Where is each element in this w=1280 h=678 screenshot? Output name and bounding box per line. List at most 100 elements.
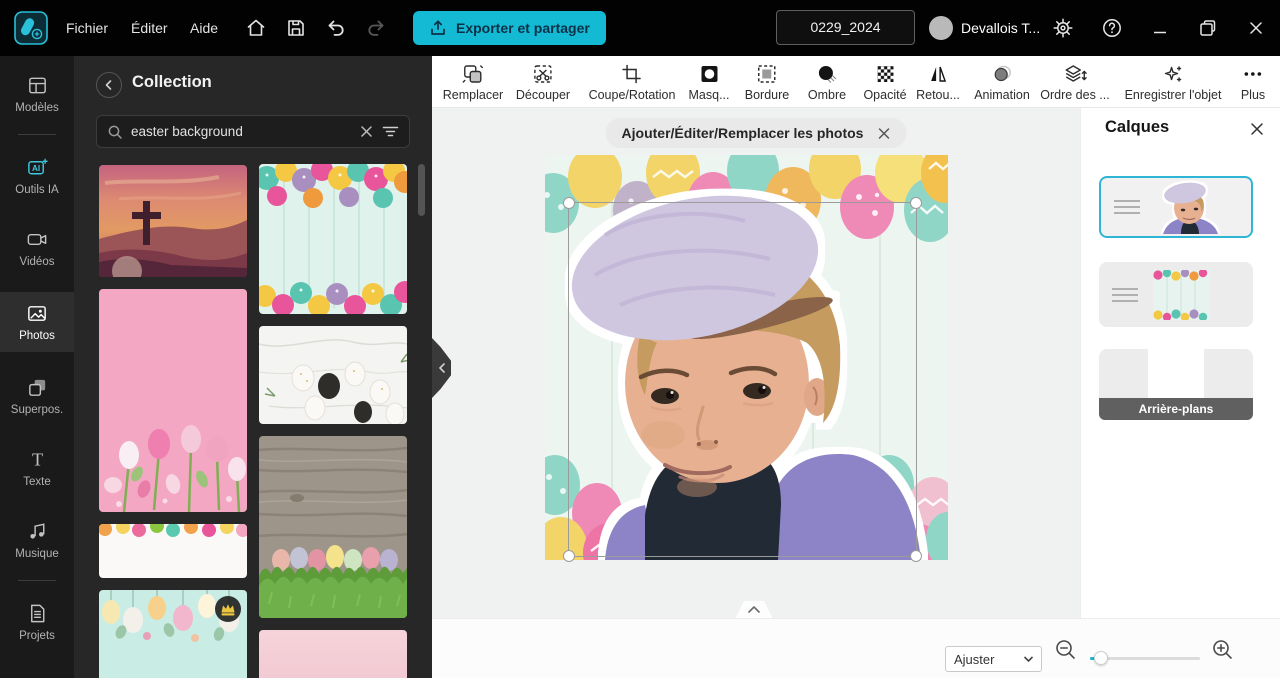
sidebar-label: Texte [23,476,51,488]
panel-scrollbar[interactable] [418,164,425,216]
sidebar-item-overlay[interactable]: Superpos. [0,366,74,426]
undo-icon[interactable] [325,17,347,39]
toolbar-label: Découper [515,88,571,102]
sidebar-item-music[interactable]: Musique [0,510,74,570]
svg-text:AI: AI [32,164,40,173]
easter-eggs-border-image [259,164,407,314]
zoom-in-icon[interactable] [1211,638,1234,661]
help-icon[interactable] [1101,17,1123,39]
drag-handle-icon[interactable] [1111,284,1139,306]
stock-photo-thumbnail[interactable] [259,630,407,678]
save-icon[interactable] [285,17,307,39]
music-icon [29,523,44,539]
toolbar-flip-button[interactable]: Retou... [916,63,960,102]
layers-close-icon[interactable] [1249,121,1265,137]
toolbar-shadow-button[interactable]: Ombre [808,63,846,102]
toolbar-label: Remplacer [442,88,504,102]
stock-photo-thumbnail[interactable] [99,289,247,512]
layer-item-frame[interactable] [1099,262,1253,327]
toolbar-cutout-button[interactable]: Découper [516,63,570,102]
main-sidebar: Modèles AI Outils IA Vidéos Photos Super… [0,56,74,678]
back-button[interactable] [96,72,122,98]
toolbar-replace-button[interactable]: Remplacer [443,63,503,102]
sidebar-item-projects[interactable]: Projets [0,592,74,652]
canvas-area[interactable]: Ajouter/Éditer/Remplacer les photos [432,108,1080,618]
shadow-icon [818,66,837,83]
crop-rotate-icon [622,64,642,84]
overlay-icon [28,379,45,396]
selection-handle-top-left[interactable] [563,197,575,209]
close-icon[interactable] [1246,18,1266,38]
stock-photo-thumbnail[interactable] [99,165,247,277]
toolbar-opacity-button[interactable]: Opacité [863,63,907,102]
menu-help[interactable]: Aide [190,0,218,56]
layer-thumbnail-frame [1153,269,1210,320]
clear-search-icon[interactable] [359,124,374,139]
title-bar: Fichier Éditer Aide Exporter et partager… [0,0,1280,56]
search-input[interactable]: easter background [131,124,351,139]
toolbar-save-object-button[interactable]: Enregistrer l'objet [1125,63,1221,102]
minimize-icon[interactable] [1150,18,1170,38]
drag-handle-icon[interactable] [1113,196,1141,218]
toolbar-crop-rotate-button[interactable]: Coupe/Rotation [589,63,675,102]
filter-icon[interactable] [382,124,399,139]
app-logo[interactable] [14,11,48,45]
toolbar-mask-button[interactable]: Masq... [689,63,730,102]
chevron-up-icon [748,606,760,613]
pink-gradient-image [259,630,407,678]
marble-eggs-image [259,326,407,424]
selection-box[interactable] [563,197,922,562]
redo-icon[interactable] [365,17,387,39]
more-icon [1244,72,1262,76]
stock-photo-thumbnail[interactable] [259,164,407,314]
videos-icon [27,233,47,246]
sidebar-item-videos[interactable]: Vidéos [0,218,74,278]
layer-order-icon [1065,65,1087,82]
layer-thumbnail-background [1148,349,1204,398]
toolbar-layer-order-button[interactable]: Ordre des ... [1040,63,1110,102]
settings-gear-icon[interactable] [1053,18,1073,38]
stock-photo-thumbnail[interactable] [259,436,407,618]
opacity-icon [877,66,893,82]
cutout-icon [534,65,552,83]
toolbar-label: Retou... [916,88,960,102]
collapse-timeline-tab[interactable] [735,601,773,618]
premium-crown-badge [215,596,241,622]
menu-file[interactable]: Fichier [66,0,108,56]
sidebar-item-templates[interactable]: Modèles [0,64,74,124]
stock-photo-thumbnail[interactable] [99,524,247,578]
floral-banner-image [99,524,247,578]
menu-edit[interactable]: Éditer [131,0,168,56]
animation-icon [994,65,1011,82]
project-title-input[interactable]: 0229_2024 [776,10,915,45]
selection-handle-top-right[interactable] [910,197,922,209]
selection-handle-bottom-left[interactable] [563,550,575,562]
background-layer-label: Arrière-plans [1099,398,1253,420]
selection-handle-bottom-right[interactable] [910,550,922,562]
zoom-fit-select[interactable]: Ajuster [945,646,1042,672]
zoom-out-icon[interactable] [1054,638,1077,661]
sidebar-item-ai-tools[interactable]: AI Outils IA [0,146,74,206]
chevron-left-icon [438,363,445,373]
toolbar-border-button[interactable]: Bordure [745,63,789,102]
layer-item-background[interactable]: Arrière-plans [1099,349,1253,420]
toolbar-more-button[interactable]: Plus [1241,63,1265,102]
home-icon[interactable] [245,17,267,39]
user-name[interactable]: Devallois T... [961,0,1040,56]
templates-icon [28,77,46,94]
sidebar-item-photos[interactable]: Photos [0,292,74,352]
stock-photo-thumbnail-premium[interactable]: gettyimages [99,590,247,678]
flip-icon [931,66,946,82]
user-avatar[interactable] [929,16,953,40]
zoom-slider-handle[interactable] [1094,651,1108,665]
stock-photo-thumbnail[interactable] [259,326,407,424]
banner-close-icon[interactable] [877,127,890,140]
collapse-panel-tab[interactable] [432,338,451,398]
sidebar-label: Projets [19,630,55,642]
toolbar-animation-button[interactable]: Animation [974,63,1030,102]
restore-icon[interactable] [1197,17,1219,39]
search-bar[interactable]: easter background [96,115,410,148]
sidebar-item-text[interactable]: T Texte [0,438,74,498]
layer-item-photo[interactable] [1099,176,1253,238]
export-share-button[interactable]: Exporter et partager [413,11,606,45]
